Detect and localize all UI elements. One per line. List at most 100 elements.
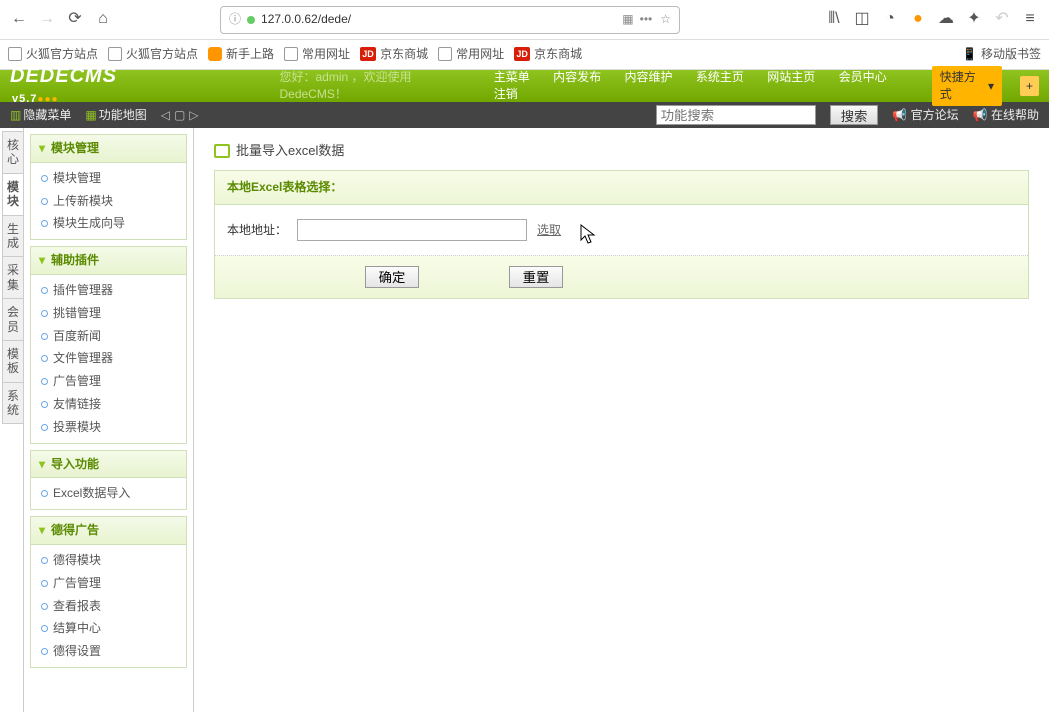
- home-icon[interactable]: ⌂: [92, 9, 114, 31]
- bookmark-item[interactable]: 火狐官方站点: [8, 46, 98, 63]
- sidebar-item-dede-report[interactable]: 查看报表: [31, 595, 186, 618]
- nav-logout[interactable]: 注销: [494, 87, 518, 101]
- chevron-down-icon: ▾: [39, 252, 45, 269]
- qr-icon[interactable]: ▦: [622, 11, 631, 28]
- sidebar-item-ad-manage[interactable]: 广告管理: [31, 370, 186, 393]
- reload-icon[interactable]: ⟳: [64, 9, 86, 31]
- firefox-icon[interactable]: ●: [907, 9, 929, 31]
- chevron-down-icon: ▾: [39, 456, 45, 473]
- import-form: 本地Excel表格选择： 本地地址： 选取 确定 重置: [214, 170, 1029, 299]
- sidebar: ▾模块管理 模块管理 上传新模块 模块生成向导 ▾辅助插件 插件管理器 挑错管理…: [24, 128, 194, 712]
- main-content: 批量导入excel数据 本地Excel表格选择： 本地地址： 选取 确定 重置: [194, 128, 1049, 712]
- vertical-tabs: 核心 模块 生成 采集 会员 模板 系统: [0, 128, 24, 712]
- vtab-core[interactable]: 核心: [2, 131, 23, 174]
- reset-button[interactable]: 重置: [509, 266, 563, 288]
- sidebar-item-friendlink[interactable]: 友情链接: [31, 393, 186, 416]
- forward-icon: →: [36, 9, 58, 31]
- sidebar-item-module-wizard[interactable]: 模块生成向导: [31, 212, 186, 235]
- vtab-template[interactable]: 模板: [2, 340, 23, 383]
- local-path-label: 本地地址：: [227, 222, 287, 239]
- nav-sitehome[interactable]: 网站主页: [767, 70, 815, 84]
- vtab-generate[interactable]: 生成: [2, 215, 23, 258]
- shortcut-button[interactable]: 快捷方式▾: [932, 66, 1002, 106]
- panel-dede-ad: ▾德得广告 德得模块 广告管理 查看报表 结算中心 德得设置: [30, 516, 187, 668]
- chevron-right-icon[interactable]: ▷: [189, 107, 198, 124]
- folder-icon: [108, 47, 122, 61]
- sidebar-item-baidu-news[interactable]: 百度新闻: [31, 325, 186, 348]
- vtab-system[interactable]: 系统: [2, 382, 23, 425]
- library-icon[interactable]: ⫴\: [823, 9, 845, 31]
- vtab-member[interactable]: 会员: [2, 298, 23, 341]
- welcome-text: 您好：admin ，欢迎使用DedeCMS！: [279, 69, 465, 103]
- panel-header[interactable]: ▾德得广告: [31, 517, 186, 545]
- menu-icon[interactable]: ≡: [1019, 9, 1041, 31]
- sidebar-item-dede-settle[interactable]: 结算中心: [31, 617, 186, 640]
- add-shortcut-button[interactable]: +: [1020, 76, 1039, 97]
- sidebar-item-errpick[interactable]: 挑错管理: [31, 302, 186, 325]
- nav-main[interactable]: 主菜单: [494, 70, 530, 84]
- url-bar[interactable]: ⓘ 127.0.0.62/dede/ ▦ ••• ☆: [220, 6, 680, 34]
- nav-syshome[interactable]: 系统主页: [696, 70, 744, 84]
- forum-link[interactable]: 📢 官方论坛: [892, 107, 958, 124]
- sidebar-item-plugin-manager[interactable]: 插件管理器: [31, 279, 186, 302]
- phone-icon: 📱: [962, 46, 977, 63]
- undo-icon[interactable]: ↶: [991, 9, 1013, 31]
- panel-header[interactable]: ▾模块管理: [31, 135, 186, 163]
- select-file-link[interactable]: 选取: [537, 222, 561, 239]
- sitemap-button[interactable]: ▦功能地图: [85, 107, 146, 124]
- local-path-input[interactable]: [297, 219, 527, 241]
- page-title: 批量导入excel数据: [214, 142, 1029, 160]
- sidebar-item-upload-module[interactable]: 上传新模块: [31, 190, 186, 213]
- chat-icon[interactable]: ☁: [935, 9, 957, 31]
- jd-icon: JD: [360, 47, 376, 61]
- jd-icon: JD: [514, 47, 530, 61]
- mobile-bookmarks[interactable]: 📱移动版书签: [962, 46, 1041, 63]
- book-icon: [214, 144, 230, 158]
- sync-icon[interactable]: ◔: [879, 9, 901, 31]
- hide-menu-button[interactable]: ▥隐藏菜单: [10, 107, 71, 124]
- panel-header[interactable]: ▾辅助插件: [31, 247, 186, 275]
- search-button[interactable]: 搜索: [830, 105, 879, 125]
- sidebar-item-excel-import[interactable]: Excel数据导入: [31, 482, 186, 505]
- chevron-down-icon: ▾: [39, 522, 45, 539]
- form-actions: 确定 重置: [215, 256, 1028, 298]
- bookmark-item[interactable]: 火狐官方站点: [108, 46, 198, 63]
- back-icon[interactable]: ←: [8, 9, 30, 31]
- sidebar-item-vote[interactable]: 投票模块: [31, 416, 186, 439]
- grid-icon: ▦: [85, 108, 96, 122]
- bookmark-item[interactable]: 常用网址: [438, 46, 504, 63]
- bookmark-item[interactable]: 常用网址: [284, 46, 350, 63]
- bookmark-item[interactable]: JD京东商城: [514, 46, 582, 63]
- sound-icon: 📢: [973, 108, 988, 122]
- vtab-module[interactable]: 模块: [2, 173, 23, 216]
- bookmark-item[interactable]: 新手上路: [208, 46, 274, 63]
- url-text: 127.0.0.62/dede/: [261, 11, 616, 28]
- firefox-icon: [208, 47, 222, 61]
- sidebar-item-dede-ad[interactable]: 广告管理: [31, 572, 186, 595]
- folder-icon: [438, 47, 452, 61]
- sidebar-item-module-manage[interactable]: 模块管理: [31, 167, 186, 190]
- form-header: 本地Excel表格选择：: [215, 171, 1028, 205]
- square-icon[interactable]: ▢: [174, 107, 185, 124]
- help-link[interactable]: 📢 在线帮助: [973, 107, 1039, 124]
- more-icon[interactable]: •••: [640, 11, 653, 28]
- nav-publish[interactable]: 内容发布: [553, 70, 601, 84]
- bookmark-item[interactable]: JD京东商城: [360, 46, 428, 63]
- sidebar-item-dede-settings[interactable]: 德得设置: [31, 640, 186, 663]
- sidebar-icon[interactable]: ◫: [851, 9, 873, 31]
- search-input[interactable]: [656, 105, 816, 125]
- chevron-left-icon[interactable]: ◁: [161, 107, 170, 124]
- submit-button[interactable]: 确定: [365, 266, 419, 288]
- nav-member[interactable]: 会员中心: [839, 70, 887, 84]
- path-row: 本地地址： 选取: [215, 205, 1028, 256]
- puzzle-icon[interactable]: ✦: [963, 9, 985, 31]
- sidebar-item-file-manager[interactable]: 文件管理器: [31, 347, 186, 370]
- star-icon[interactable]: ☆: [660, 11, 671, 28]
- panel-header[interactable]: ▾导入功能: [31, 451, 186, 479]
- app-header: DEDECMS v5.7●●● 您好：admin ，欢迎使用DedeCMS！ 主…: [0, 70, 1049, 102]
- chevron-down-icon: ▾: [988, 78, 994, 95]
- nav-maintain[interactable]: 内容维护: [625, 70, 673, 84]
- folder-icon: [284, 47, 298, 61]
- sidebar-item-dede-module[interactable]: 德得模块: [31, 549, 186, 572]
- vtab-collect[interactable]: 采集: [2, 256, 23, 299]
